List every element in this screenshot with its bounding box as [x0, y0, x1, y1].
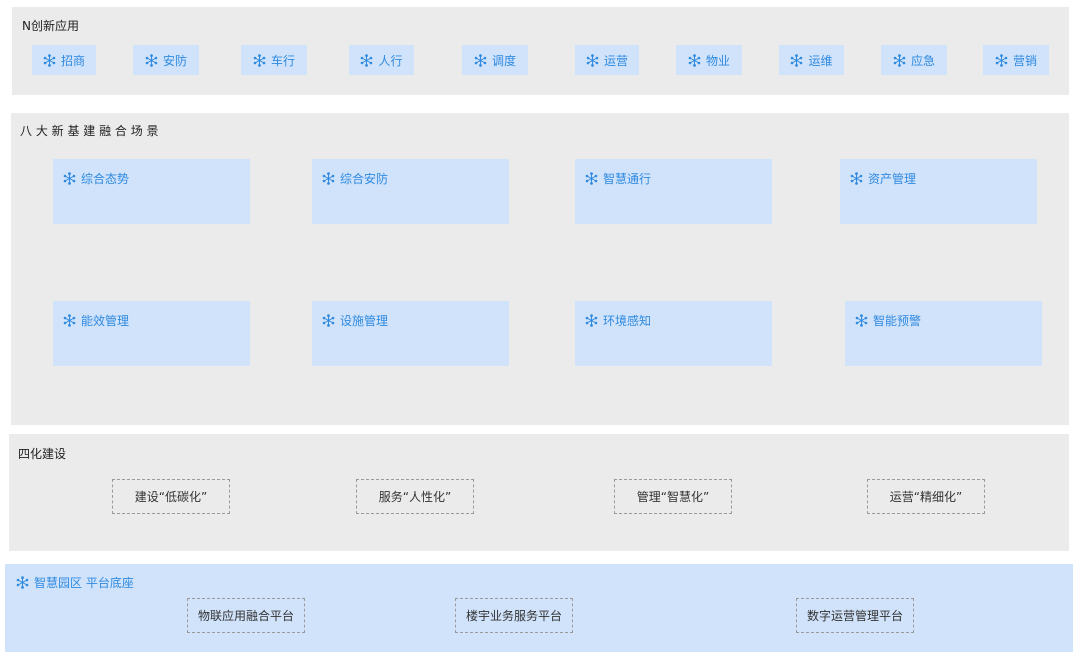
base-panel: 智慧园区 平台底座 物联应用融合平台 楼宇业务服务平台 数字运营管理平台 [5, 564, 1073, 652]
network-nodes-icon [360, 53, 373, 67]
app-tag-diaodu[interactable]: 调度 [462, 45, 528, 75]
app-tag-chexing[interactable]: 车行 [241, 45, 307, 75]
network-nodes-icon [688, 53, 701, 67]
scene-card-zhineng-yujing[interactable]: 智能预警 [845, 301, 1042, 366]
network-nodes-icon [585, 172, 598, 185]
network-nodes-icon [145, 53, 158, 67]
base-item-operation-platform[interactable]: 数字运营管理平台 [796, 598, 914, 633]
network-nodes-icon [586, 53, 599, 67]
network-nodes-icon [790, 53, 803, 67]
network-nodes-icon [322, 172, 335, 185]
base-item-building-platform[interactable]: 楼宇业务服务平台 [455, 598, 573, 633]
four-title: 四化建设 [18, 447, 67, 461]
scenes-panel: 八 大 新 基 建 融 合 场 景 综合态势 综合安防 智慧通行 资产管理 能效… [11, 113, 1069, 425]
app-tag-yunwei[interactable]: 运维 [779, 45, 844, 75]
app-tag-yunying[interactable]: 运营 [575, 45, 639, 75]
four-panel: 四化建设 建设“低碳化” 服务“人性化” 管理“智慧化” 运营“精细化” [9, 434, 1069, 551]
network-nodes-icon [474, 53, 487, 67]
app-tag-zhaoshang[interactable]: 招商 [32, 45, 96, 75]
scene-card-zhihui-tongxing[interactable]: 智慧通行 [575, 159, 772, 224]
network-nodes-icon [16, 576, 29, 589]
app-tag-yingji[interactable]: 应急 [881, 45, 947, 75]
network-nodes-icon [63, 314, 76, 327]
network-nodes-icon [893, 53, 906, 67]
scene-card-zonghe-taishi[interactable]: 综合态势 [53, 159, 250, 224]
app-tag-anfang[interactable]: 安防 [133, 45, 199, 75]
network-nodes-icon [253, 53, 266, 67]
base-title: 智慧园区 平台底座 [16, 574, 134, 591]
scene-card-zichan-guanli[interactable]: 资产管理 [840, 159, 1037, 224]
network-nodes-icon [855, 314, 868, 327]
four-item-smart[interactable]: 管理“智慧化” [614, 479, 732, 514]
network-nodes-icon [995, 53, 1008, 67]
app-tag-yingxiao[interactable]: 营销 [983, 45, 1049, 75]
network-nodes-icon [850, 172, 863, 185]
app-tag-wuye[interactable]: 物业 [676, 45, 742, 75]
network-nodes-icon [322, 314, 335, 327]
four-item-refined[interactable]: 运营“精细化” [867, 479, 985, 514]
scene-card-zonghe-anfang[interactable]: 综合安防 [312, 159, 509, 224]
n-apps-title: N创新应用 [22, 19, 79, 33]
four-item-lowcarbon[interactable]: 建设“低碳化” [112, 479, 230, 514]
scenes-title: 八 大 新 基 建 融 合 场 景 [20, 124, 159, 138]
scene-card-nengxiao-guanli[interactable]: 能效管理 [53, 301, 250, 366]
scene-card-sheshi-guanli[interactable]: 设施管理 [312, 301, 509, 366]
network-nodes-icon [585, 314, 598, 327]
n-apps-panel: N创新应用 招商 安防 车行 人行 调度 运营 物业 运维 应急 营销 [12, 7, 1069, 95]
app-tag-renxing[interactable]: 人行 [349, 45, 414, 75]
network-nodes-icon [43, 53, 56, 67]
scene-card-huanjing-ganzhi[interactable]: 环境感知 [575, 301, 772, 366]
network-nodes-icon [63, 172, 76, 185]
base-item-iot-platform[interactable]: 物联应用融合平台 [187, 598, 305, 633]
four-item-humanized[interactable]: 服务“人性化” [356, 479, 474, 514]
